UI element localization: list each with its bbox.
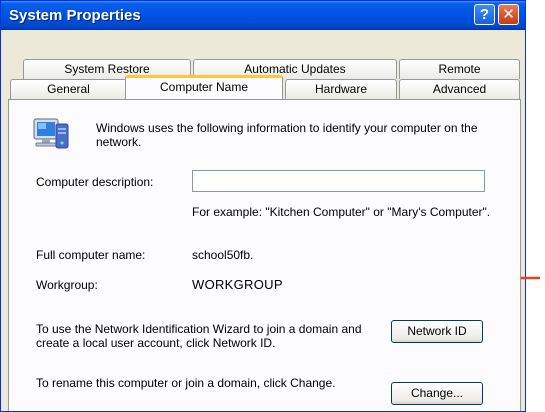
network-id-description: To use the Network Identification Wizard… — [36, 322, 362, 350]
full-computer-name-value: school50fb. — [192, 248, 254, 262]
intro-text: Windows uses the following information t… — [96, 121, 478, 149]
computer-icon — [33, 118, 69, 149]
description-example-text: For example: "Kitchen Computer" or "Mary… — [192, 205, 491, 219]
tab-hardware[interactable]: Hardware — [285, 79, 397, 99]
computer-description-label: Computer description: — [36, 175, 154, 189]
system-properties-window: System Properties ? ✕ System Restore Aut… — [0, 0, 526, 412]
tab-general[interactable]: General — [10, 79, 127, 99]
workgroup-label: Workgroup: — [36, 278, 98, 292]
tab-advanced[interactable]: Advanced — [399, 79, 520, 99]
network-id-button[interactable]: Network ID — [391, 320, 483, 343]
computer-description-input[interactable] — [192, 170, 485, 192]
change-button[interactable]: Change... — [391, 382, 483, 405]
close-icon[interactable]: ✕ — [498, 4, 519, 25]
tab-remote[interactable]: Remote — [399, 59, 520, 79]
tab-computer-name[interactable]: Computer Name — [125, 75, 283, 99]
computer-name-panel: Windows uses the following information t… — [8, 99, 521, 411]
workgroup-value: WORKGROUP — [192, 277, 283, 292]
help-icon[interactable]: ? — [474, 4, 495, 25]
window-title: System Properties — [9, 7, 141, 24]
full-computer-name-label: Full computer name: — [36, 248, 146, 262]
rename-description: To rename this computer or join a domain… — [36, 376, 336, 390]
title-bar[interactable]: System Properties ? ✕ — [1, 1, 525, 30]
